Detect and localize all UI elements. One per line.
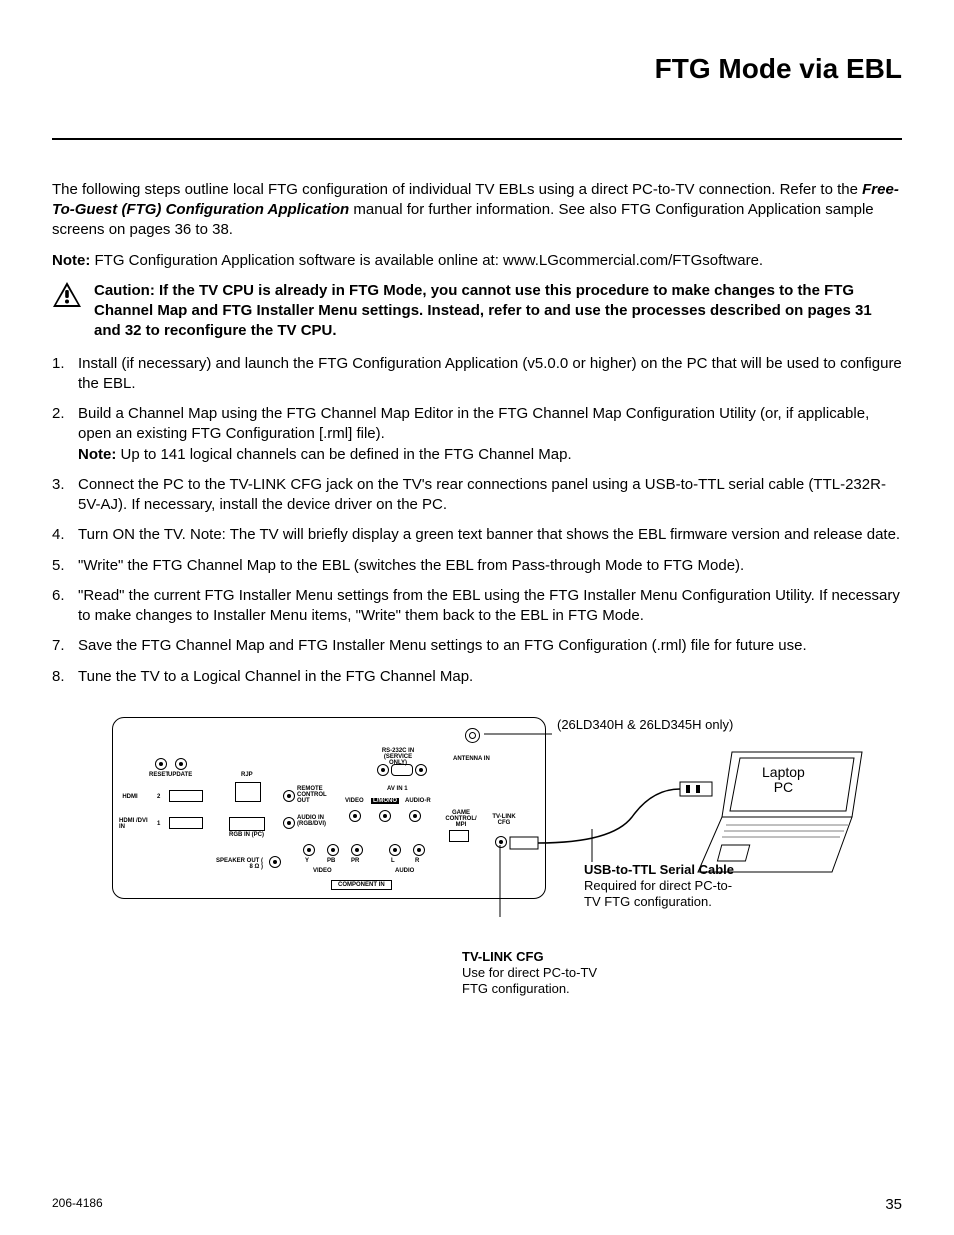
port-label: TV-LINK CFG — [489, 814, 519, 826]
port-label: HDMI /DVI IN — [119, 818, 149, 830]
port-label: L/MONO — [371, 798, 399, 804]
port-label: Y — [305, 858, 309, 864]
divider — [52, 138, 902, 140]
intro-text-a: The following steps outline local FTG co… — [52, 181, 862, 198]
note-body: Up to 141 logical channels can be define… — [116, 446, 571, 463]
step-1: Install (if necessary) and launch the FT… — [52, 354, 902, 395]
port-label: SPEAKER OUT ( 8 Ω ) — [213, 858, 263, 870]
port-label: UPDATE — [168, 772, 192, 778]
step-8: Tune the TV to a Logical Channel in the … — [52, 667, 902, 687]
software-note: Note: FTG Configuration Application soft… — [52, 251, 902, 271]
step-6: "Read" the current FTG Installer Menu se… — [52, 586, 902, 627]
step-2: Build a Channel Map using the FTG Channe… — [52, 404, 902, 465]
port-label: PR — [351, 858, 359, 864]
intro-paragraph: The following steps outline local FTG co… — [52, 180, 902, 241]
port-label: RGB IN (PC) — [229, 832, 264, 838]
laptop-label-1: Laptop — [762, 764, 805, 780]
port-label: ANTENNA IN — [453, 756, 490, 762]
tvlink-heading: TV-LINK CFG — [462, 949, 612, 965]
caution-block: Caution: If the TV CPU is already in FTG… — [52, 281, 902, 342]
port-label: VIDEO — [313, 868, 332, 874]
port-label: 1 — [157, 821, 160, 827]
doc-number: 206-4186 — [52, 1195, 103, 1215]
tvlink-body: Use for direct PC-to-TV FTG configuratio… — [462, 965, 612, 998]
note-label: Note: — [78, 446, 116, 463]
page-footer: 206-4186 35 — [52, 1195, 902, 1215]
step-text: Save the FTG Channel Map and FTG Install… — [78, 637, 807, 654]
step-5: "Write" the FTG Channel Map to the EBL (… — [52, 556, 902, 576]
tvlink-callout: TV-LINK CFG Use for direct PC-to-TV FTG … — [462, 949, 612, 998]
usb-heading: USB-to-TTL Serial Cable — [584, 862, 734, 878]
port-label: HDMI — [119, 794, 141, 800]
step-text: Turn ON the TV. Note: The TV will briefl… — [78, 526, 900, 543]
port-label: PB — [327, 858, 335, 864]
antenna-note: (26LD340H & 26LD345H only) — [557, 717, 733, 733]
steps-list: Install (if necessary) and launch the FT… — [52, 354, 902, 687]
port-label: AV IN 1 — [387, 786, 408, 792]
port-label: RESET — [149, 772, 169, 778]
port-label: R — [415, 858, 419, 864]
page-number: 35 — [885, 1195, 902, 1215]
port-label: COMPONENT IN — [331, 880, 392, 890]
note-body: FTG Configuration Application software i… — [90, 252, 763, 269]
port-label: AUDIO — [395, 868, 414, 874]
step-7: Save the FTG Channel Map and FTG Install… — [52, 636, 902, 656]
step-text: Tune the TV to a Logical Channel in the … — [78, 668, 473, 685]
port-label: L — [391, 858, 395, 864]
laptop-label-2: PC — [774, 779, 793, 795]
port-label: VIDEO — [345, 798, 364, 804]
page-title: FTG Mode via EBL — [52, 50, 902, 88]
port-label: REMOTE CONTROL OUT — [297, 786, 329, 804]
port-label: AUDIO-R — [405, 798, 431, 804]
step-text: Connect the PC to the TV-LINK CFG jack o… — [78, 476, 886, 513]
step-4: Turn ON the TV. Note: The TV will briefl… — [52, 525, 902, 545]
step-text: "Write" the FTG Channel Map to the EBL (… — [78, 557, 744, 574]
port-label: GAME CONTROL/ MPI — [443, 810, 479, 828]
step-text: Install (if necessary) and launch the FT… — [78, 355, 902, 392]
step-3: Connect the PC to the TV-LINK CFG jack o… — [52, 475, 902, 516]
port-label: 2 — [157, 794, 160, 800]
caution-text: Caution: If the TV CPU is already in FTG… — [94, 281, 902, 342]
connection-diagram: RESET UPDATE RJP HDMI 2 HDMI /DVI IN 1 R… — [52, 717, 902, 1037]
usb-body: Required for direct PC-to-TV FTG configu… — [584, 878, 734, 911]
usb-cable-callout: USB-to-TTL Serial Cable Required for dir… — [584, 862, 734, 911]
step-text: Build a Channel Map using the FTG Channe… — [78, 405, 869, 442]
note-label: Note: — [52, 252, 90, 269]
port-label: RJP — [241, 772, 253, 778]
tv-rear-panel: RESET UPDATE RJP HDMI 2 HDMI /DVI IN 1 R… — [112, 717, 546, 899]
warning-icon — [52, 281, 82, 314]
step-text: "Read" the current FTG Installer Menu se… — [78, 587, 900, 624]
port-label: AUDIO IN (RGB/DVI) — [297, 815, 331, 827]
